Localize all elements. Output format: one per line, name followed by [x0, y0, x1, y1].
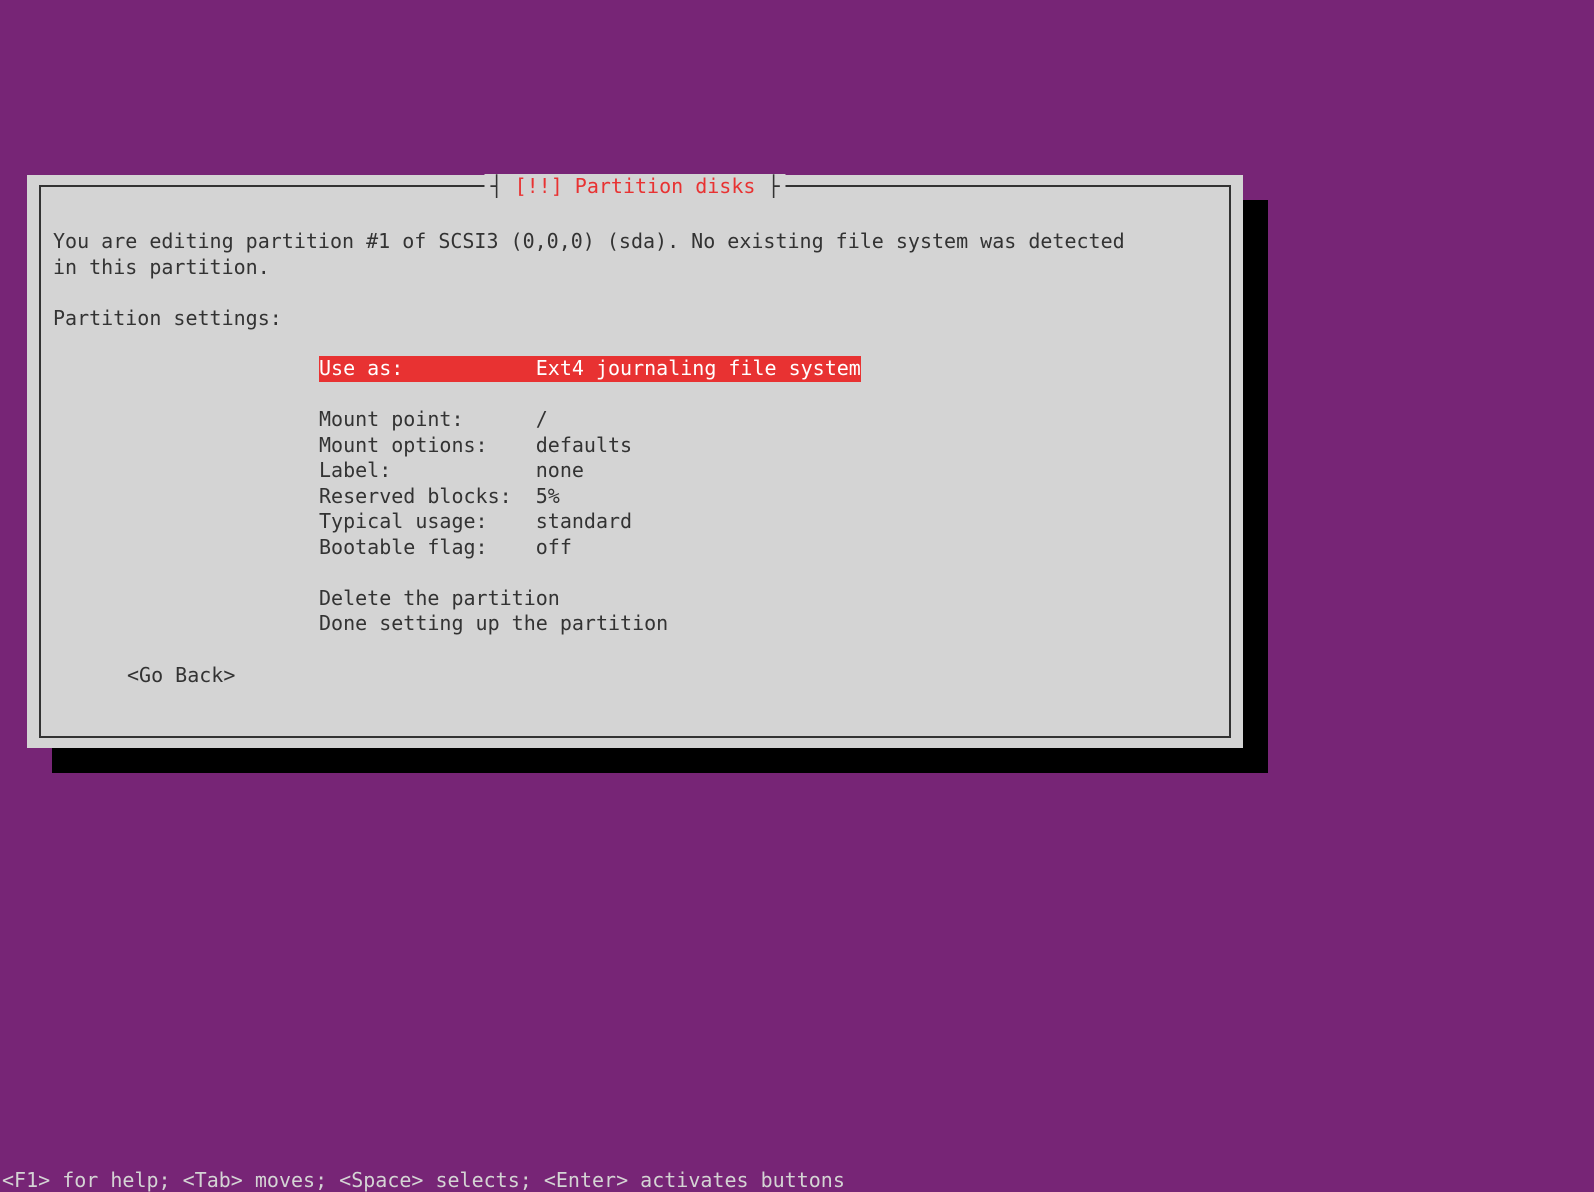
footer-help: <F1> for help; <Tab> moves; <Space> sele… — [2, 1168, 845, 1192]
setting-row-4[interactable]: Label: none — [319, 458, 861, 484]
setting-row-3[interactable]: Mount options: defaults — [319, 433, 861, 459]
setting-row-1 — [319, 382, 861, 408]
setting-row-0[interactable]: Use as: Ext4 journaling file system — [319, 356, 861, 382]
setting-row-8 — [319, 560, 861, 586]
setting-row-5[interactable]: Reserved blocks: 5% — [319, 484, 861, 510]
dialog-title-text: [!!] Partition disks — [515, 174, 756, 198]
partition-settings-list: Use as: Ext4 journaling file system Moun… — [319, 356, 861, 637]
setting-row-10[interactable]: Done setting up the partition — [319, 611, 861, 637]
setting-row-2[interactable]: Mount point: / — [319, 407, 861, 433]
partition-dialog: ┤ [!!] Partition disks ├ You are editing… — [27, 175, 1243, 748]
go-back-button[interactable]: <Go Back> — [127, 663, 235, 687]
dialog-title: ┤ [!!] Partition disks ├ — [484, 174, 785, 198]
setting-row-7[interactable]: Bootable flag: off — [319, 535, 861, 561]
setting-row-9[interactable]: Delete the partition — [319, 586, 861, 612]
setting-row-6[interactable]: Typical usage: standard — [319, 509, 861, 535]
dialog-intro-text: You are editing partition #1 of SCSI3 (0… — [53, 229, 1225, 331]
